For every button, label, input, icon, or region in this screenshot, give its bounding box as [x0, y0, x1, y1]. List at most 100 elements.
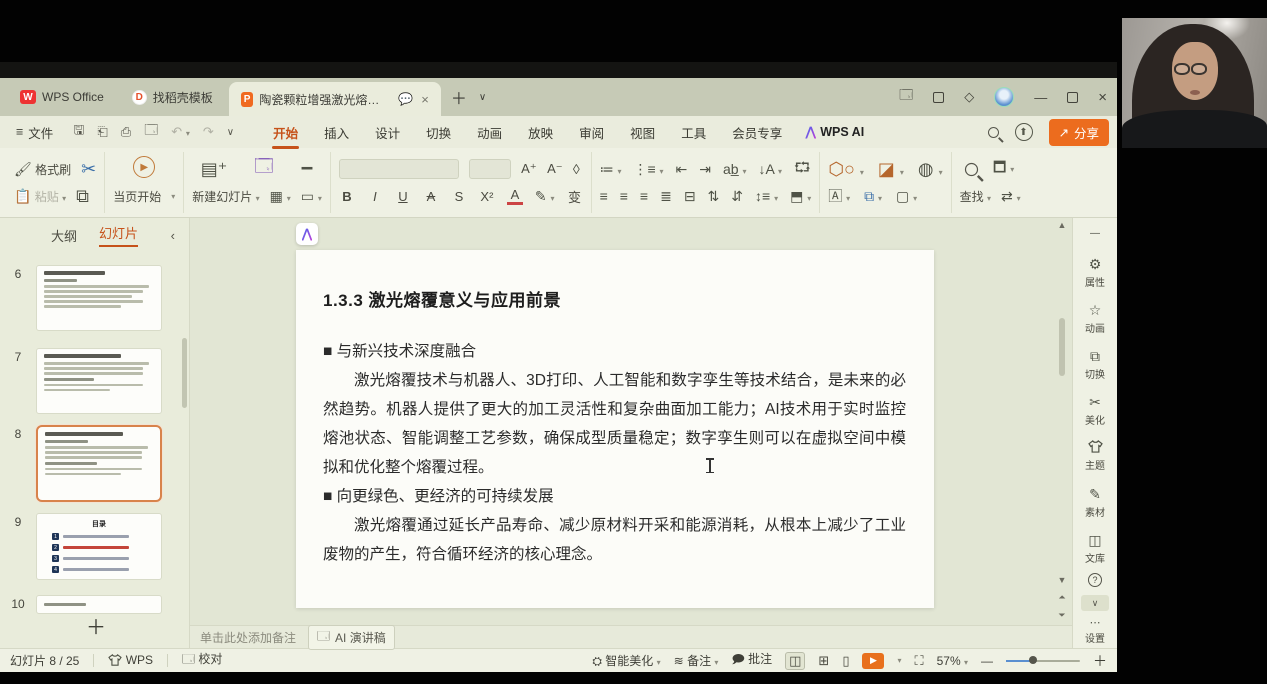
zoom-slider-knob[interactable] [1029, 656, 1037, 664]
slide-section-dropdown[interactable]: ▭ ▾ [301, 188, 322, 205]
save-icon[interactable]: 🖫 [73, 121, 84, 143]
zoom-level[interactable]: 57% ▾ [937, 654, 968, 668]
qat-chevron-icon[interactable]: ∨ [227, 127, 234, 138]
user-avatar[interactable] [994, 87, 1015, 107]
menu-tab-transition[interactable]: 切换 [413, 118, 464, 147]
tab-current-document[interactable]: P 陶瓷颗粒增强激光熔覆金属基 💬 × [228, 82, 441, 116]
sidebar-item-properties[interactable]: ⚙ 属性 [1073, 256, 1117, 289]
efficiency-icon[interactable]: 🗔 [899, 86, 913, 108]
normal-view-icon[interactable]: ◫ [785, 651, 806, 670]
play-options-chevron[interactable]: ▾ [897, 656, 901, 665]
slide-thumbnail-6[interactable] [36, 265, 162, 331]
cut-icon[interactable]: ✂ [81, 159, 96, 180]
menu-tab-review[interactable]: 审阅 [566, 118, 617, 147]
increase-indent-icon[interactable]: ⇥ [699, 161, 711, 178]
reading-view-icon[interactable]: ▯ [842, 653, 849, 669]
slideshow-play-button[interactable]: ▶ [862, 652, 885, 669]
shapes-icon[interactable]: ⬡○ ▾ [828, 159, 864, 180]
sidebar-item-library[interactable]: ◫ 文库 [1073, 532, 1117, 565]
redo-icon[interactable]: ↷ [203, 124, 214, 140]
menu-tab-insert[interactable]: 插入 [311, 118, 362, 147]
align-right-icon[interactable]: ≡ [640, 188, 648, 204]
sidebar-item-beautify[interactable]: ✂ 美化 [1073, 394, 1117, 427]
canvas-scrollbar[interactable]: ▲ ▼ ⏶ ⏷ [1056, 218, 1068, 625]
zoom-in-icon[interactable]: ＋ [1093, 651, 1107, 671]
tab-outline[interactable]: 大纲 [51, 226, 77, 245]
3d-mode-icon[interactable]: ◇ [964, 89, 974, 105]
replace-icon[interactable]: ⇄ ▾ [1001, 188, 1021, 205]
sidebar-item-material[interactable]: ✎ 素材 [1073, 486, 1117, 519]
menu-tab-tools[interactable]: 工具 [668, 118, 719, 147]
font-color-button[interactable]: A [506, 187, 523, 205]
font-size-input[interactable] [468, 159, 511, 179]
font-name-input[interactable] [338, 159, 459, 179]
slide-thumbnail-8-selected[interactable] [36, 425, 162, 502]
slide-bullet-1[interactable]: ■ 与新兴技术深度融合 [323, 337, 906, 366]
justify-icon[interactable]: ≣ [660, 188, 672, 205]
highlight-pen-icon[interactable]: ✎ ▾ [535, 188, 555, 205]
comment-bubble-icon[interactable]: 💬 [398, 92, 413, 106]
bold-button[interactable]: B [339, 189, 355, 204]
select-pane-icon[interactable]: 🗖 ▾ [993, 157, 1014, 181]
italic-button[interactable]: I [367, 189, 383, 204]
text-effect-button[interactable]: 变 [567, 187, 583, 206]
search-icon[interactable] [987, 126, 999, 138]
tab-slides[interactable]: 幻灯片 [99, 223, 139, 247]
line-spacing-icon[interactable]: ↕≡ ▾ [755, 188, 778, 204]
slide-title[interactable]: 1.3.3 激光熔覆意义与应用前景 [323, 286, 906, 311]
column-spacing-icon[interactable]: ⇅ [708, 188, 720, 205]
slide-thumbnail-9[interactable]: 目录 1 2 3 4 [36, 513, 162, 580]
ai-speech-button[interactable]: 🗔 AI 演讲稿 [308, 624, 395, 650]
new-tab-button[interactable]: ＋ [445, 82, 473, 112]
slide-layout-dropdown[interactable]: ▦ ▾ [270, 188, 291, 205]
menu-tab-member[interactable]: 会员专享 [719, 118, 795, 147]
notes-toggle-button[interactable]: ≋ 备注 ▾ [674, 652, 719, 669]
distribute-icon[interactable]: ⊟ [684, 188, 696, 205]
bullet-list-icon[interactable]: ≔ ▾ [600, 161, 622, 178]
wps-theme-button[interactable]: WPS [108, 653, 153, 669]
smart-beautify-button[interactable]: ⛭ 智能美化 ▾ [592, 652, 660, 669]
wps-ai-floating-icon[interactable]: ⋀ [296, 223, 318, 245]
collapse-sidebar-icon[interactable]: — [1073, 228, 1117, 239]
cloud-upload-icon[interactable]: ⬆ [1014, 123, 1033, 141]
play-from-current-icon[interactable]: ▶ [133, 156, 156, 178]
menu-tab-home[interactable]: 开始 [260, 118, 311, 149]
close-tab-icon[interactable]: × [421, 92, 429, 107]
superscript-button[interactable]: X² [479, 189, 495, 204]
new-slide-button[interactable]: 新建幻灯片 ▾ [192, 188, 259, 205]
numbered-list-icon[interactable]: ⋮≡ ▾ [633, 161, 663, 178]
file-menu[interactable]: ≡ 文件 [8, 123, 61, 142]
sidebar-chevron-down-icon[interactable]: ∨ [1081, 595, 1109, 611]
proofread-button[interactable]: 🗔 校对 [182, 650, 222, 671]
layout-icon[interactable]: 🗔 [254, 154, 274, 184]
shadow-button[interactable]: S [451, 189, 467, 204]
tab-docer-templates[interactable]: D 找稻壳模板 [120, 82, 225, 112]
menu-tab-wps-ai[interactable]: ⋀ WPS AI [795, 124, 874, 140]
print-preview-icon[interactable]: 🗔 [144, 121, 158, 143]
text-align-vertical-icon[interactable]: ⬒ ▾ [790, 188, 811, 205]
previous-slide-icon[interactable]: ⏶ [1056, 592, 1068, 603]
restore-window-icon[interactable] [1067, 91, 1079, 103]
align-left-icon[interactable]: ≡ [600, 188, 608, 204]
picture-icon[interactable]: ◪ ▾ [878, 159, 904, 180]
sidebar-item-theme[interactable]: 主题 [1073, 440, 1117, 472]
clear-format-icon[interactable]: ◊ [573, 161, 580, 177]
output-icon[interactable]: ⎗ [97, 124, 107, 140]
align-center-icon[interactable]: ≡ [620, 188, 628, 204]
tab-wps-office[interactable]: W WPS Office [8, 82, 116, 112]
outline-color-icon[interactable]: ▢ ▾ [896, 188, 917, 205]
scroll-down-icon[interactable]: ▼ [1056, 575, 1068, 585]
collapse-panel-icon[interactable]: ‹ [171, 228, 175, 243]
fill-color-icon[interactable]: ◍ ▾ [918, 159, 943, 180]
underline-button[interactable]: U [395, 189, 411, 204]
strikethrough-button[interactable]: A [423, 189, 439, 204]
convert-smartart-icon[interactable]: ⮔ [794, 157, 811, 181]
row-spacing-icon[interactable]: ⇵ [731, 188, 743, 205]
slide-bullet-2[interactable]: ■ 向更绿色、更经济的可持续发展 [323, 482, 906, 511]
sidebar-item-settings[interactable]: ⋯ 设置 [1073, 616, 1117, 645]
workspace-icon[interactable] [933, 91, 945, 103]
find-button[interactable]: 查找 ▾ [960, 188, 991, 205]
slide-editor[interactable]: 1.3.3 激光熔覆意义与应用前景 ■ 与新兴技术深度融合 激光熔覆技术与机器人… [296, 250, 934, 608]
sidebar-item-transition[interactable]: ⧉ 切换 [1073, 348, 1117, 381]
fullscreen-icon[interactable]: ⛶ [915, 653, 924, 669]
